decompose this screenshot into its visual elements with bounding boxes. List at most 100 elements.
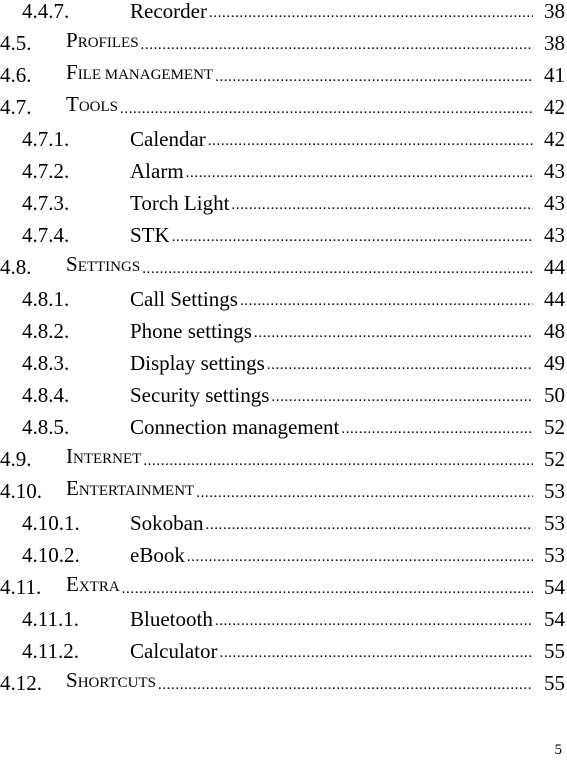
toc-entry-title: Security settings [130, 383, 270, 407]
title-rest: OOLS [78, 99, 118, 115]
toc-entry-title: Connection management [130, 415, 340, 439]
toc-entry[interactable]: 4.7.1. Calendar 42 [0, 120, 567, 151]
toc-entry-page: 44 [544, 255, 565, 279]
toc-entry-page: 54 [544, 607, 565, 631]
title-initial: T [66, 92, 79, 116]
toc-entry-number: 4.7.2. [22, 159, 70, 183]
page-number: 5 [554, 742, 563, 758]
title-initial: S [66, 668, 78, 692]
dot-leader [172, 227, 533, 247]
toc-entry-page: 44 [544, 287, 565, 311]
toc-entry-number: 4.11. [0, 575, 42, 599]
toc-entry-title: Call Settings [130, 287, 238, 311]
toc-entry-title: Calculator [130, 639, 218, 663]
toc-entry[interactable]: 4.7. TOOLS 42 [0, 88, 567, 119]
title-rest: NTERTAINMENT [78, 483, 195, 499]
title-initial: E [66, 476, 79, 500]
toc-entry[interactable]: 4.8.1. Call Settings 44 [0, 280, 567, 311]
toc-entry[interactable]: 4.11. EXTRA 54 [0, 568, 567, 599]
toc-entry-number: 4.7.1. [22, 127, 70, 151]
toc-entry[interactable]: 4.8.3. Display settings 49 [0, 344, 567, 375]
toc-entry[interactable]: 4.7.2. Alarm 43 [0, 152, 567, 183]
toc-entry-title: PROFILES [66, 28, 139, 55]
toc-entry-page: 50 [544, 383, 565, 407]
dot-leader [341, 419, 533, 439]
dot-leader [143, 451, 533, 471]
toc-entry-page: 43 [544, 223, 565, 247]
toc-entry[interactable]: 4.8.5. Connection management 52 [0, 408, 567, 439]
toc-entry[interactable]: 4.8.4. Security settings 50 [0, 376, 567, 407]
dot-leader [240, 291, 533, 311]
toc-entry-title: SETTINGS [66, 252, 140, 279]
title-rest: ILE MANAGEMENT [77, 67, 214, 83]
toc-entry-title: Recorder [130, 0, 207, 23]
toc-entry-page: 38 [544, 31, 565, 55]
toc-entry[interactable]: 4.11.2. Calculator 55 [0, 632, 567, 663]
toc-entry[interactable]: 4.9. INTERNET 52 [0, 440, 567, 471]
dot-leader [267, 355, 533, 375]
toc-entry-title: INTERNET [66, 444, 141, 471]
toc-entry-number: 4.11.1. [22, 607, 79, 631]
toc-entry-number: 4.8.2. [22, 319, 70, 343]
toc-entry-title: STK [130, 223, 170, 247]
toc-entry-title: Alarm [130, 159, 184, 183]
toc-entry-page: 48 [544, 319, 565, 343]
dot-leader [208, 131, 533, 151]
toc-entry[interactable]: 4.10.1. Sokoban 53 [0, 504, 567, 535]
toc-entry-page: 41 [544, 63, 565, 87]
dot-leader [209, 3, 533, 23]
title-rest: ROFILES [77, 35, 139, 51]
toc-entry-title: Sokoban [130, 511, 204, 535]
toc-entry[interactable]: 4.10.2. eBook 53 [0, 536, 567, 567]
toc-entry[interactable]: 4.12. SHORTCUTS 55 [0, 664, 567, 695]
toc-entry-title: eBook [130, 543, 185, 567]
title-rest: NTERNET [73, 451, 142, 467]
toc-entry-number: 4.8.3. [22, 351, 70, 375]
toc-entry-page: 55 [544, 639, 565, 663]
dot-leader [206, 515, 534, 535]
toc-entry[interactable]: 4.5. PROFILES 38 [0, 24, 567, 55]
toc-entry-title: Bluetooth [130, 607, 213, 631]
toc-entry-title: Calendar [130, 127, 206, 151]
toc-entry-title: Torch Light [130, 191, 230, 215]
dot-leader [196, 483, 533, 503]
toc-entry[interactable]: 4.7.3. Torch Light 43 [0, 184, 567, 215]
toc-entry-number: 4.8.4. [22, 383, 70, 407]
toc-entry[interactable]: 4.8.2. Phone settings 48 [0, 312, 567, 343]
toc-entry[interactable]: 4.6. FILE MANAGEMENT 41 [0, 56, 567, 87]
toc-entry-page: 53 [544, 511, 565, 535]
title-initial: F [66, 60, 78, 84]
toc-entry-title: Display settings [130, 351, 265, 375]
title-initial: S [66, 252, 78, 276]
title-rest: XTRA [78, 579, 120, 595]
toc-entry-page: 53 [544, 479, 565, 503]
toc-entry[interactable]: 4.7.4. STK 43 [0, 216, 567, 247]
toc-entry-number: 4.11.2. [22, 639, 79, 663]
toc-entry-number: 4.8.5. [22, 415, 70, 439]
toc-entry-page: 43 [544, 191, 565, 215]
title-rest: HORTCUTS [77, 675, 156, 691]
toc-entry-title: SHORTCUTS [66, 668, 156, 695]
toc-entry-page: 42 [544, 127, 565, 151]
toc-entry-number: 4.5. [0, 31, 32, 55]
title-initial: P [66, 28, 78, 52]
dot-leader [141, 35, 533, 55]
title-rest: ETTINGS [77, 259, 141, 275]
dot-leader [231, 195, 533, 215]
toc-entry-number: 4.8.1. [22, 287, 70, 311]
dot-leader [122, 579, 533, 599]
toc-entry-page: 43 [544, 159, 565, 183]
toc-entry-number: 4.4.7. [22, 0, 70, 23]
toc-entry[interactable]: 4.8. SETTINGS 44 [0, 248, 567, 279]
toc-entry-number: 4.10.1. [22, 511, 80, 535]
toc-entry[interactable]: 4.10. ENTERTAINMENT 53 [0, 472, 567, 503]
toc-entry-page: 42 [544, 95, 565, 119]
dot-leader [219, 643, 533, 663]
toc-entry[interactable]: 4.4.7. Recorder 38 [0, 0, 567, 23]
toc-entry-page: 52 [544, 447, 565, 471]
dot-leader [142, 259, 533, 279]
toc-entry-number: 4.9. [0, 447, 32, 471]
toc-entry[interactable]: 4.11.1. Bluetooth 54 [0, 600, 567, 631]
toc-entry-page: 53 [544, 543, 565, 567]
dot-leader [215, 611, 533, 631]
